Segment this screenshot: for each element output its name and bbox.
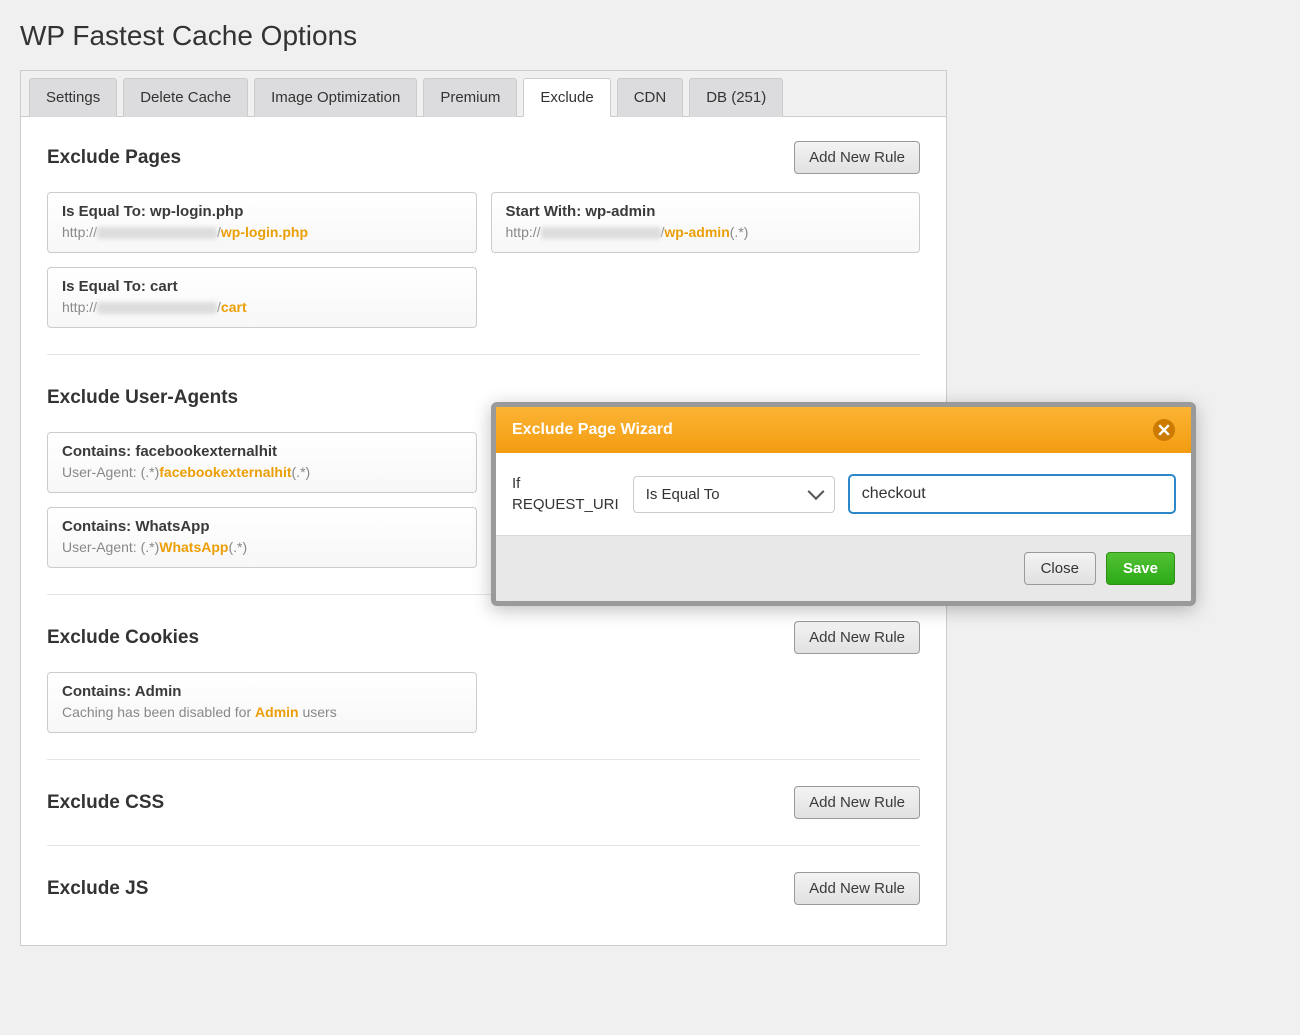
section-title-cookies: Exclude Cookies — [47, 627, 199, 649]
section-title-pages: Exclude Pages — [47, 147, 181, 169]
dialog-title: Exclude Page Wizard — [512, 421, 673, 439]
rule-title: Start With: wp-admin — [506, 203, 906, 220]
exclude-page-wizard-dialog: Exclude Page Wizard IfREQUEST_URI Is Equ… — [491, 402, 1196, 606]
close-button[interactable]: Close — [1024, 552, 1096, 585]
rule-title: Is Equal To: cart — [62, 278, 462, 295]
rule-title: Contains: Admin — [62, 683, 462, 700]
dialog-title-bar[interactable]: Exclude Page Wizard — [496, 407, 1191, 453]
rule-card[interactable]: Is Equal To: cart http:///cart — [47, 267, 477, 328]
tab-image-optimization[interactable]: Image Optimization — [254, 78, 417, 117]
close-icon[interactable] — [1153, 419, 1175, 441]
rule-card[interactable]: Start With: wp-admin http:///wp-admin(.*… — [491, 192, 921, 253]
condition-select[interactable]: Is Equal To — [633, 476, 835, 513]
add-new-rule-button[interactable]: Add New Rule — [794, 786, 920, 819]
rule-subtext: User-Agent: (.*)facebookexternalhit(.*) — [62, 464, 462, 480]
section-exclude-js: Exclude JS Add New Rule — [47, 872, 920, 905]
tab-premium[interactable]: Premium — [423, 78, 517, 117]
page-title: WP Fastest Cache Options — [20, 20, 1280, 52]
tab-cdn[interactable]: CDN — [617, 78, 684, 117]
if-request-uri-label: IfREQUEST_URI — [512, 473, 619, 515]
tab-delete-cache[interactable]: Delete Cache — [123, 78, 248, 117]
rule-card[interactable]: Contains: Admin Caching has been disable… — [47, 672, 477, 733]
options-panel: Settings Delete Cache Image Optimization… — [20, 70, 947, 946]
section-title-user-agents: Exclude User-Agents — [47, 387, 238, 409]
rule-subtext: Caching has been disabled for Admin user… — [62, 704, 462, 720]
rule-value-input[interactable] — [849, 475, 1175, 513]
section-title-css: Exclude CSS — [47, 792, 164, 814]
rule-subtext: http:///cart — [62, 299, 462, 315]
add-new-rule-button[interactable]: Add New Rule — [794, 621, 920, 654]
save-button[interactable]: Save — [1106, 552, 1175, 585]
rule-title: Contains: WhatsApp — [62, 518, 462, 535]
section-title-js: Exclude JS — [47, 878, 148, 900]
rule-subtext: http:///wp-admin(.*) — [506, 224, 906, 240]
select-value: Is Equal To — [646, 486, 720, 503]
add-new-rule-button[interactable]: Add New Rule — [794, 141, 920, 174]
rule-card[interactable]: Is Equal To: wp-login.php http:///wp-log… — [47, 192, 477, 253]
tab-exclude[interactable]: Exclude — [523, 78, 610, 117]
section-exclude-pages: Exclude Pages Add New Rule Is Equal To: … — [47, 141, 920, 328]
rule-card[interactable]: Contains: facebookexternalhit User-Agent… — [47, 432, 477, 493]
rule-title: Is Equal To: wp-login.php — [62, 203, 462, 220]
tab-bar: Settings Delete Cache Image Optimization… — [21, 71, 946, 117]
rule-card[interactable]: Contains: WhatsApp User-Agent: (.*)Whats… — [47, 507, 477, 568]
rule-subtext: User-Agent: (.*)WhatsApp(.*) — [62, 539, 462, 555]
section-exclude-cookies: Exclude Cookies Add New Rule Contains: A… — [47, 621, 920, 733]
tab-settings[interactable]: Settings — [29, 78, 117, 117]
section-exclude-css: Exclude CSS Add New Rule — [47, 786, 920, 819]
rule-subtext: http:///wp-login.php — [62, 224, 462, 240]
tab-db[interactable]: DB (251) — [689, 78, 783, 117]
rule-title: Contains: facebookexternalhit — [62, 443, 462, 460]
add-new-rule-button[interactable]: Add New Rule — [794, 872, 920, 905]
